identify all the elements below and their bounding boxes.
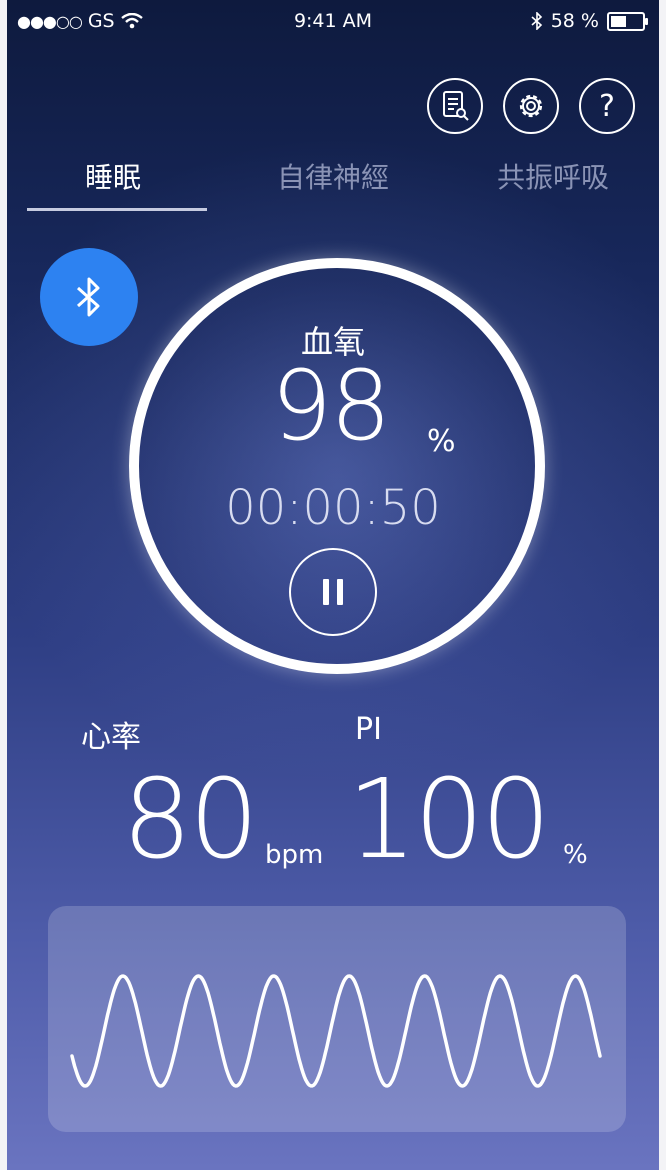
elapsed-time: 00:00:50 bbox=[225, 480, 441, 536]
spo2-value: 98 bbox=[271, 350, 391, 462]
tab-sleep[interactable]: 睡眠 bbox=[85, 156, 141, 196]
pulse-waveform bbox=[70, 974, 602, 1088]
pause-bar-left bbox=[323, 579, 329, 605]
waveform-line bbox=[70, 974, 602, 1088]
pi-label: PI bbox=[355, 712, 382, 747]
status-bar: ●●●○○ GS 9:41 AM 58 % bbox=[7, 0, 659, 40]
heart-rate-unit: bpm bbox=[265, 840, 324, 870]
active-tab-indicator bbox=[27, 208, 207, 211]
pi-unit: % bbox=[563, 840, 588, 870]
report-button[interactable] bbox=[427, 78, 483, 134]
mode-tabs: 睡眠 自律神經 共振呼吸 bbox=[7, 150, 659, 210]
status-right: 58 % bbox=[531, 10, 648, 32]
settings-button[interactable] bbox=[503, 78, 559, 134]
help-button[interactable]: ? bbox=[579, 78, 635, 134]
pause-button[interactable] bbox=[289, 548, 377, 636]
report-icon bbox=[443, 91, 469, 121]
battery-icon bbox=[607, 11, 648, 31]
app-screen: ●●●○○ GS 9:41 AM 58 % ? 睡眠 自律神經 共振呼吸 血氧 … bbox=[7, 0, 659, 1170]
heart-rate-value: 80 bbox=[122, 755, 259, 883]
bluetooth-icon bbox=[76, 277, 100, 317]
pi-value: 100 bbox=[347, 755, 551, 883]
help-icon: ? bbox=[599, 88, 615, 124]
top-toolbar: ? bbox=[427, 78, 635, 134]
pause-bar-right bbox=[337, 579, 343, 605]
tab-autonomic-nerve[interactable]: 自律神經 bbox=[277, 156, 389, 196]
heart-rate-label: 心率 bbox=[81, 720, 141, 755]
battery-percent: 58 % bbox=[550, 10, 599, 32]
spo2-unit: % bbox=[427, 424, 456, 459]
pulse-waveform-card bbox=[48, 906, 626, 1132]
bluetooth-status-icon bbox=[531, 12, 542, 30]
gear-icon bbox=[519, 94, 543, 118]
tab-resonance-breathing[interactable]: 共振呼吸 bbox=[497, 156, 609, 196]
